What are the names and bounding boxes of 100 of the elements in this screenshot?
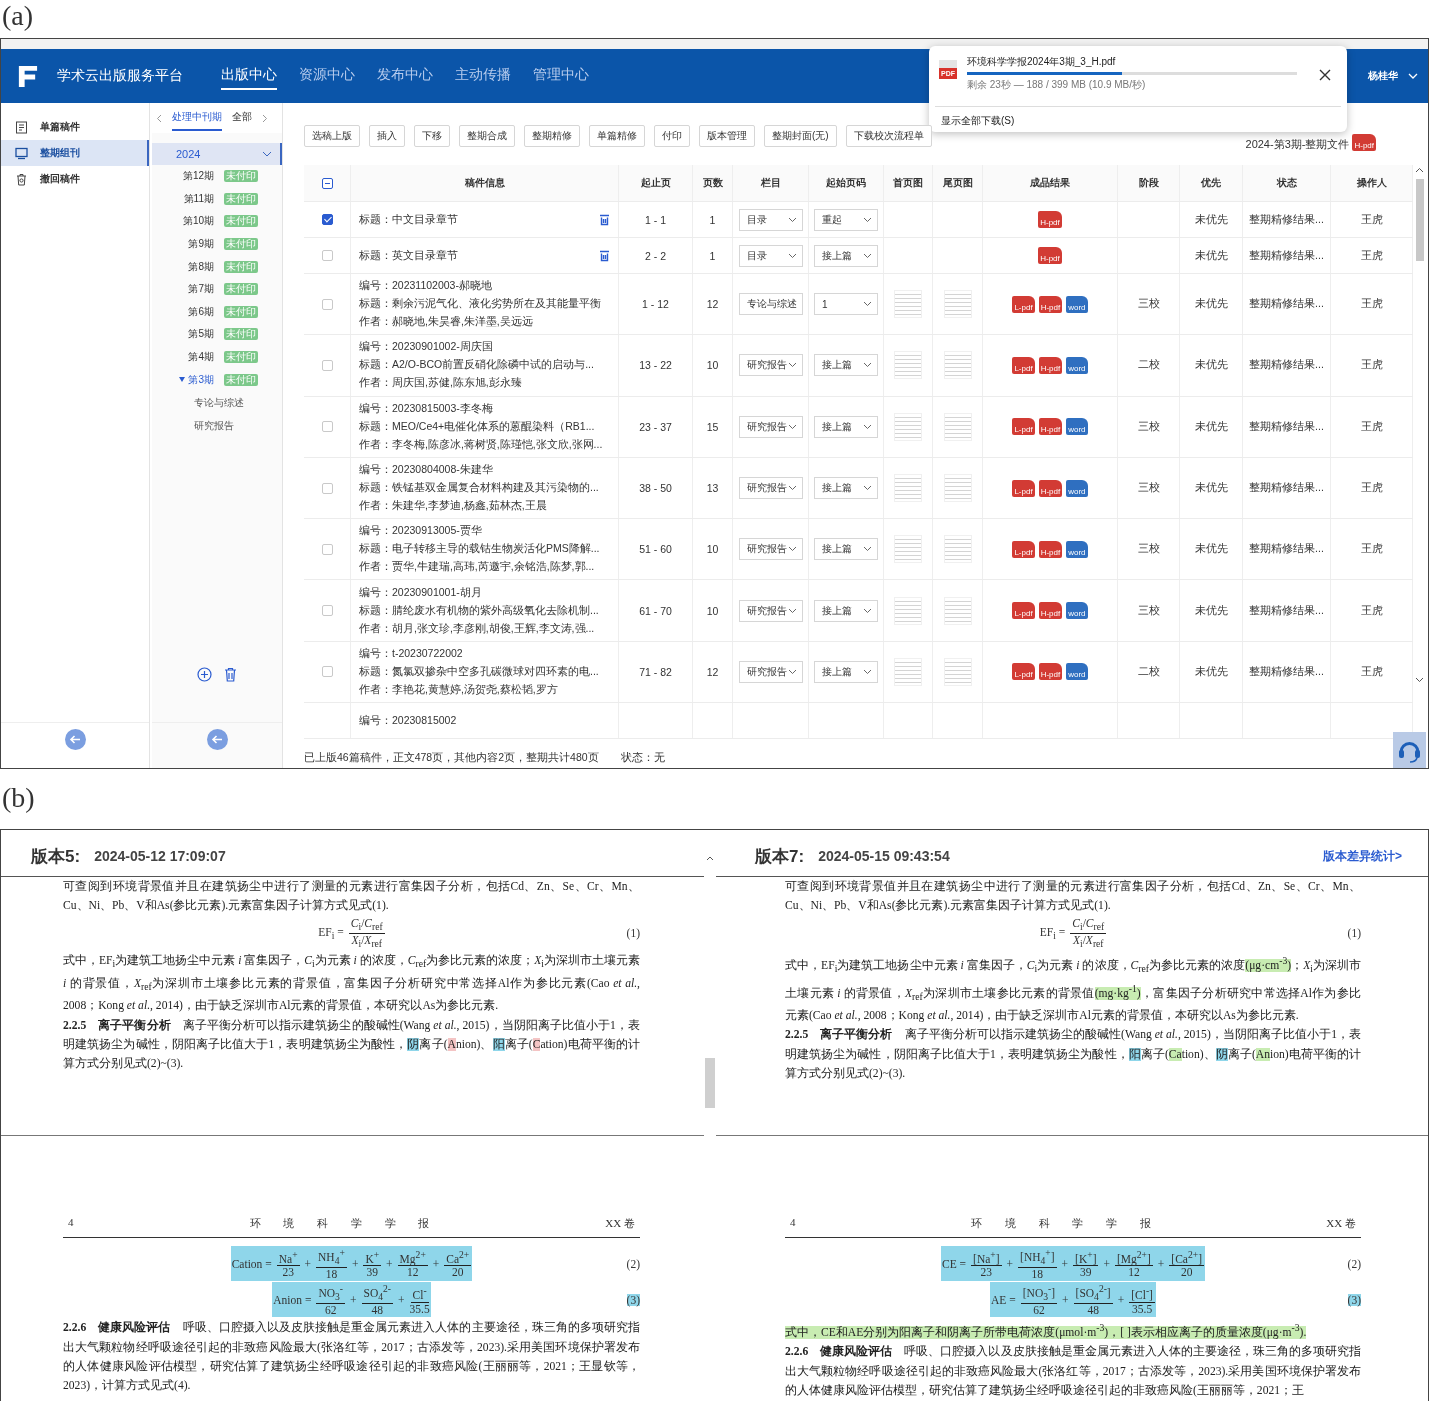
toolbar-button[interactable]: 下载校次流程单 — [845, 125, 932, 147]
word-file-icon[interactable]: word — [1066, 602, 1088, 620]
issue-item[interactable]: 第5期 — [178, 327, 214, 342]
toolbar-button[interactable]: 整期合成 — [459, 125, 515, 147]
sidebar-item[interactable]: 撤回稿件 — [1, 166, 149, 192]
toolbar-button[interactable]: 版本管理 — [699, 125, 755, 147]
sidebar-item[interactable]: 单篇稿件 — [1, 114, 149, 140]
section-item[interactable]: 研究报告 — [152, 413, 234, 437]
start-page-select[interactable]: 接上篇 — [814, 599, 878, 622]
pdf-file-icon[interactable]: L-pdf — [1012, 602, 1035, 620]
issue-file-link[interactable]: 2024-第3期-整期文件 — [1245, 136, 1350, 152]
word-file-icon[interactable]: word — [1066, 418, 1088, 436]
delete-icon[interactable] — [599, 213, 610, 226]
section-select[interactable]: 专论与综述 — [738, 293, 803, 316]
start-page-select[interactable]: 接上篇 — [814, 354, 878, 377]
page-thumbnail[interactable] — [894, 596, 922, 625]
nav-tab[interactable]: 资源中心 — [299, 62, 355, 90]
toolbar-button[interactable]: 选稿上版 — [304, 125, 360, 147]
toolbar-button[interactable]: 下移 — [414, 125, 450, 147]
issue-item[interactable]: 第8期 — [178, 259, 214, 274]
issue-item[interactable]: 第6期 — [178, 304, 214, 319]
toolbar-button[interactable]: 付印 — [654, 125, 690, 147]
page-thumbnail[interactable] — [943, 474, 972, 503]
pdf-file-icon[interactable]: H-pdf — [1038, 356, 1063, 374]
pdf-file-icon[interactable]: L-pdf — [1012, 540, 1035, 558]
pdf-file-icon[interactable]: H-pdf — [1038, 479, 1063, 497]
section-select[interactable]: 研究报告 — [738, 660, 803, 683]
issue-item[interactable]: 第7期 — [178, 282, 214, 297]
start-page-select[interactable]: 重起 — [814, 208, 878, 231]
chevron-right-icon[interactable] — [262, 113, 268, 123]
page-thumbnail[interactable] — [943, 351, 972, 380]
nav-tab[interactable]: 发布中心 — [377, 62, 433, 90]
page-thumbnail[interactable] — [943, 535, 972, 564]
sidebar-item[interactable]: 整期组刊 — [1, 140, 149, 166]
pdf-file-icon[interactable]: H-pdf — [1352, 133, 1376, 151]
select-all-checkbox[interactable] — [321, 177, 333, 189]
issue-item[interactable]: 第4期 — [178, 350, 214, 365]
pdf-file-icon[interactable]: L-pdf — [1012, 356, 1035, 374]
issue-item[interactable]: 第12期 — [178, 169, 214, 184]
toolbar-button[interactable]: 整期封面(无) — [764, 125, 837, 147]
start-page-select[interactable]: 接上篇 — [814, 477, 878, 500]
page-thumbnail[interactable] — [894, 535, 922, 564]
issue-item[interactable]: 第9期 — [178, 237, 214, 252]
trash-icon[interactable] — [224, 667, 237, 682]
start-page-select[interactable]: 1 — [814, 293, 878, 316]
page-thumbnail[interactable] — [943, 290, 972, 319]
start-page-select[interactable]: 接上篇 — [814, 538, 878, 561]
issue-tab[interactable]: 处理中刊期 — [172, 105, 222, 131]
pdf-file-icon[interactable]: H-pdf — [1038, 418, 1063, 436]
section-item[interactable]: 专论与综述 — [152, 390, 244, 414]
scrollbar[interactable] — [1413, 165, 1426, 685]
section-select[interactable]: 研究报告 — [738, 415, 803, 438]
issue-item[interactable]: 第10期 — [178, 214, 214, 229]
word-file-icon[interactable]: word — [1066, 663, 1088, 681]
word-file-icon[interactable]: word — [1066, 540, 1088, 558]
delete-icon[interactable] — [599, 249, 610, 262]
word-file-icon[interactable]: word — [1066, 479, 1088, 497]
page-thumbnail[interactable] — [894, 290, 922, 319]
section-select[interactable]: 目录 — [738, 208, 803, 231]
toolbar-button[interactable]: 整期精修 — [524, 125, 580, 147]
word-file-icon[interactable]: word — [1066, 295, 1088, 313]
pdf-file-icon[interactable]: H-pdf — [1038, 663, 1063, 681]
page-thumbnail[interactable] — [894, 474, 922, 503]
row-checkbox[interactable] — [321, 214, 333, 225]
page-thumbnail[interactable] — [943, 657, 972, 686]
section-select[interactable]: 研究报告 — [738, 538, 803, 561]
pdf-file-icon[interactable]: H-pdf — [1038, 602, 1063, 620]
start-page-select[interactable]: 接上篇 — [814, 415, 878, 438]
nav-tab[interactable]: 管理中心 — [533, 62, 589, 90]
toolbar-button[interactable]: 单篇精修 — [589, 125, 645, 147]
section-select[interactable]: 研究报告 — [738, 354, 803, 377]
pdf-file-icon[interactable]: H-pdf — [1038, 211, 1062, 228]
year-group[interactable]: 2024 — [152, 143, 282, 165]
section-select[interactable]: 研究报告 — [738, 477, 803, 500]
chevron-left-icon[interactable] — [156, 113, 162, 123]
pdf-file-icon[interactable]: H-pdf — [1038, 295, 1063, 313]
pdf-file-icon[interactable]: H-pdf — [1038, 540, 1063, 558]
pdf-file-icon[interactable]: L-pdf — [1012, 479, 1035, 497]
user-menu[interactable]: 杨桂华 — [1368, 69, 1418, 83]
page-thumbnail[interactable] — [894, 351, 922, 380]
word-file-icon[interactable]: word — [1066, 356, 1088, 374]
close-icon[interactable] — [1319, 69, 1331, 81]
section-select[interactable]: 研究报告 — [738, 599, 803, 622]
pdf-file-icon[interactable]: L-pdf — [1012, 663, 1035, 681]
pdf-file-icon[interactable]: L-pdf — [1012, 418, 1035, 436]
page-thumbnail[interactable] — [894, 412, 922, 441]
issue-item[interactable]: 第3期 — [178, 372, 214, 387]
nav-tab[interactable]: 主动传播 — [455, 62, 511, 90]
headset-icon[interactable] — [1393, 732, 1426, 768]
section-select[interactable]: 目录 — [738, 244, 803, 267]
page-thumbnail[interactable] — [943, 596, 972, 625]
page-thumbnail[interactable] — [943, 412, 972, 441]
show-all-downloads-link[interactable]: 显示全部下载(S) — [941, 114, 1015, 128]
toolbar-button[interactable]: 插入 — [369, 125, 405, 147]
pdf-file-icon[interactable]: L-pdf — [1012, 295, 1035, 313]
start-page-select[interactable]: 接上篇 — [814, 244, 878, 267]
add-icon[interactable] — [197, 667, 212, 682]
pdf-file-icon[interactable]: H-pdf — [1038, 247, 1062, 264]
version-diff-link[interactable]: 版本差异统计> — [1323, 847, 1402, 865]
nav-tab[interactable]: 出版中心 — [221, 62, 277, 90]
